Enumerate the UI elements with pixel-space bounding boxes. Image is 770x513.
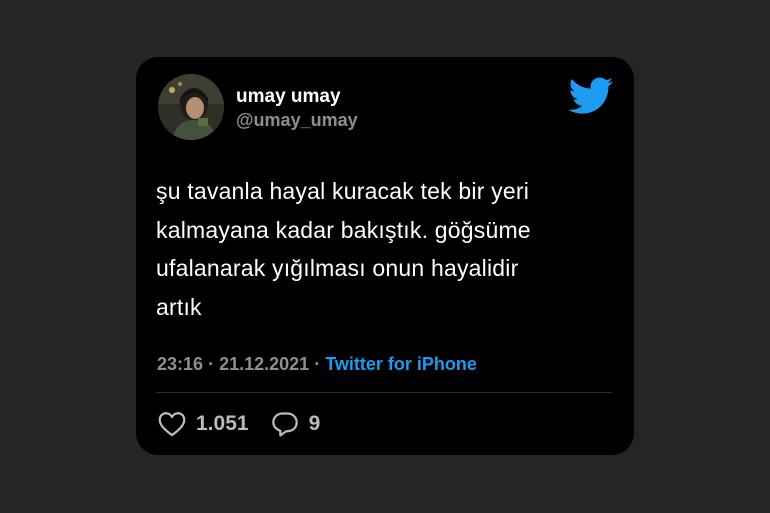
tweet-text-line: artık xyxy=(156,293,202,320)
heart-icon xyxy=(158,412,186,437)
tweet-source[interactable]: Twitter for iPhone xyxy=(325,354,477,374)
avatar-photo xyxy=(158,74,224,140)
avatar[interactable] xyxy=(158,74,224,140)
speech-bubble-icon xyxy=(271,412,298,437)
reply-count: 9 xyxy=(308,412,321,435)
tweet-time[interactable]: 23:16 xyxy=(157,354,203,374)
tweet-text-line: kalmayana kadar bakıştık. göğsüme xyxy=(156,216,531,243)
tweet-date[interactable]: 21.12.2021 xyxy=(219,354,309,374)
like-count: 1.051 xyxy=(196,412,249,435)
meta-separator: · xyxy=(208,354,215,374)
tweet-actions: 1.051 9 xyxy=(158,409,320,439)
like-button[interactable]: 1.051 xyxy=(158,411,249,437)
twitter-bird-icon xyxy=(568,77,614,114)
tweet-metadata: 23:16 · 21.12.2021 · Twitter for iPhone xyxy=(157,354,477,375)
user-handle[interactable]: @umay_umay xyxy=(236,110,358,131)
meta-separator: · xyxy=(314,354,321,374)
divider xyxy=(156,392,612,393)
reply-button[interactable]: 9 xyxy=(271,411,321,437)
backdrop: umay umay @umay_umay şu tavanla hayal ku… xyxy=(0,0,770,513)
tweet-text: şu tavanla hayal kuracak tek bir yeri ka… xyxy=(156,172,616,326)
tweet-card: umay umay @umay_umay şu tavanla hayal ku… xyxy=(136,57,634,455)
tweet-text-line: ufalanarak yığılması onun hayalidir xyxy=(156,255,519,281)
display-name[interactable]: umay umay xyxy=(236,86,341,108)
tweet-text-line: şu tavanla hayal kuracak tek bir yeri xyxy=(156,178,530,204)
